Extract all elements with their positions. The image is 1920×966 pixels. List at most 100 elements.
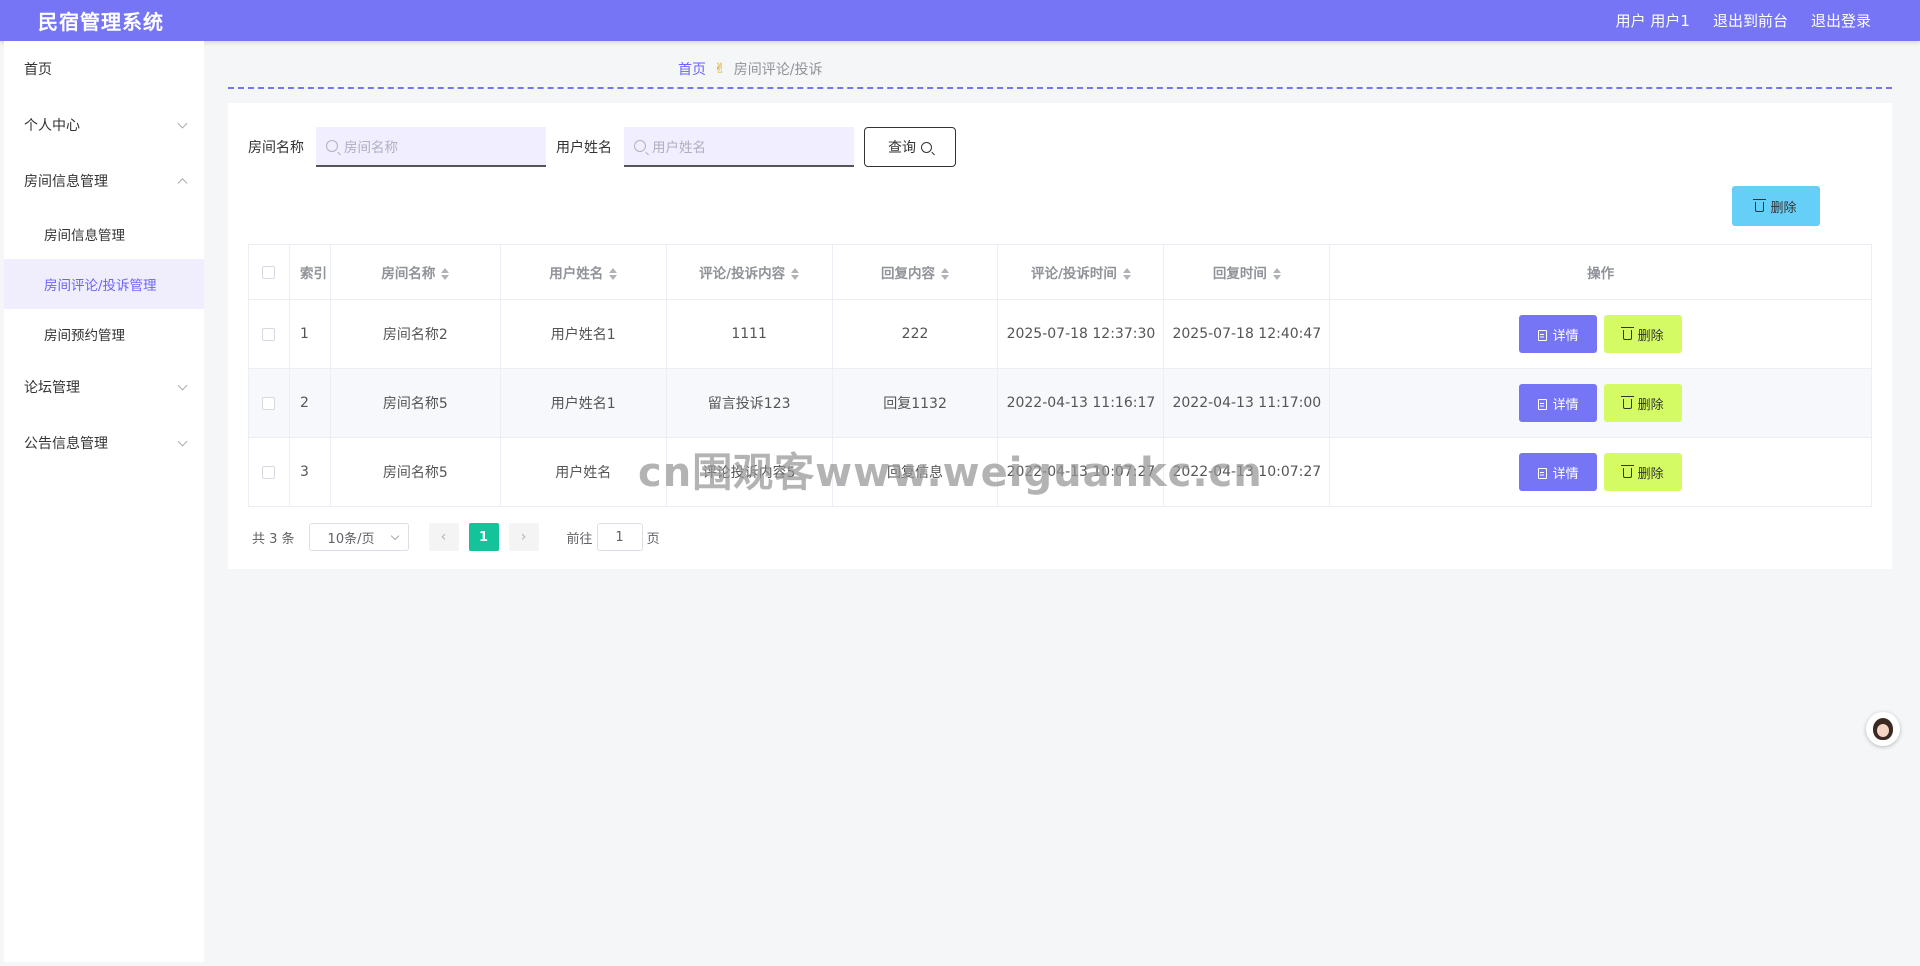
cell-reply-time: 2022-04-13 10:07:27 (1163, 437, 1331, 507)
chevron-down-icon (177, 436, 188, 447)
cell-content: 留言投诉123 (665, 368, 833, 438)
cell-room: 房间名称5 (329, 437, 501, 507)
next-page-button[interactable]: › (508, 523, 539, 551)
sidebar-subitem-room-comment[interactable]: 房间评论/投诉管理 (4, 259, 204, 309)
cell-comment-time: 2022-04-13 11:16:17 (997, 368, 1165, 438)
table-row: 2 房间名称5 用户姓名1 留言投诉123 回复1132 2022-04-13 … (248, 368, 1872, 438)
header-reply-time-label: 回复时间 (1212, 266, 1267, 282)
detail-button[interactable]: 详情 (1519, 384, 1598, 422)
header-actions: 操作 (1329, 244, 1872, 300)
sidebar-subitem-room-booking[interactable]: 房间预约管理 (4, 309, 204, 359)
chevron-down-icon (177, 380, 188, 391)
select-all-checkbox[interactable] (262, 265, 276, 279)
sidebar-subitem-room-info[interactable]: 房间信息管理 (4, 209, 204, 259)
row-select-cell (248, 299, 290, 369)
exit-to-front-link[interactable]: 退出到前台 (1713, 10, 1788, 31)
header-comment-time-label: 评论/投诉时间 (1030, 266, 1117, 282)
pagination-total: 共 3 条 (252, 531, 295, 547)
row-checkbox[interactable] (262, 327, 276, 341)
app-title: 民宿管理系统 (38, 10, 164, 34)
sidebar-item-home[interactable]: 首页 (4, 41, 204, 97)
header-comment-time[interactable]: 评论/投诉时间 (997, 244, 1165, 300)
detail-button-label: 详情 (1552, 397, 1579, 413)
sort-icon[interactable] (609, 268, 618, 280)
delete-button-label: 删除 (1637, 466, 1664, 482)
prev-page-button[interactable]: ‹ (428, 523, 459, 551)
main-content: 首页 ✌ 房间评论/投诉 房间名称 房间名称 用户姓名 用户姓名 查询 删除 索… (204, 41, 1920, 966)
cell-comment-time: 2022-04-13 10:07:27 (997, 437, 1165, 507)
sidebar-item-forum[interactable]: 论坛管理 (4, 359, 204, 415)
sidebar-item-room-info-group[interactable]: 房间信息管理 (4, 153, 204, 209)
breadcrumb-divider (228, 87, 1892, 89)
cell-actions: 详情 删除 (1329, 368, 1872, 438)
delete-button-label: 删除 (1637, 397, 1664, 413)
select-all-cell (248, 244, 290, 300)
sort-icon[interactable] (441, 268, 450, 280)
assistant-avatar[interactable] (1866, 712, 1900, 746)
page-unit-label: 页 (646, 531, 660, 547)
breadcrumb: 首页 ✌ 房间评论/投诉 (678, 59, 822, 79)
sort-icon[interactable] (791, 268, 800, 280)
cell-room: 房间名称5 (329, 368, 501, 438)
cell-index: 3 (288, 437, 331, 507)
delete-button[interactable]: 删除 (1604, 384, 1683, 422)
delete-button[interactable]: 删除 (1604, 315, 1683, 353)
detail-button-label: 详情 (1552, 328, 1579, 344)
detail-button[interactable]: 详情 (1519, 315, 1598, 353)
header-user[interactable]: 用户姓名 (499, 244, 667, 300)
sort-icon[interactable] (941, 268, 950, 280)
row-checkbox[interactable] (262, 465, 276, 479)
cell-comment-time: 2025-07-18 12:37:30 (997, 299, 1165, 369)
header-reply-label: 回复内容 (881, 266, 936, 282)
header-room[interactable]: 房间名称 (329, 244, 501, 300)
header-reply-time[interactable]: 回复时间 (1163, 244, 1331, 300)
cell-index: 1 (288, 299, 331, 369)
header-content[interactable]: 评论/投诉内容 (665, 244, 833, 300)
breadcrumb-home[interactable]: 首页 (678, 59, 706, 79)
content-card: 房间名称 房间名称 用户姓名 用户姓名 查询 删除 索引 房间名称 用户姓名 评… (228, 103, 1892, 569)
cell-reply: 回复1132 (831, 368, 999, 438)
table-header-row: 索引 房间名称 用户姓名 评论/投诉内容 回复内容 评论/投诉时间 回复时间 操… (248, 244, 1872, 300)
room-name-input[interactable]: 房间名称 (316, 127, 546, 167)
cell-reply: 222 (831, 299, 999, 369)
top-bar: 民宿管理系统 用户 用户1 退出到前台 退出登录 (0, 0, 1920, 41)
sidebar-item-notice[interactable]: 公告信息管理 (4, 415, 204, 471)
query-button[interactable]: 查询 (864, 127, 956, 167)
user-name-placeholder: 用户姓名 (652, 140, 706, 156)
search-icon (921, 141, 932, 153)
user-name-label: 用户姓名 (556, 140, 612, 156)
goto-page-input[interactable]: 1 (596, 523, 643, 551)
sidebar-item-label: 论坛管理 (24, 380, 80, 396)
header-user-label: 用户姓名 (549, 266, 604, 282)
page-number-button[interactable]: 1 (468, 523, 499, 551)
cell-actions: 详情 删除 (1329, 437, 1872, 507)
page-size-select[interactable]: 10条/页 (308, 523, 409, 551)
avatar-icon (1873, 718, 1893, 740)
logout-link[interactable]: 退出登录 (1811, 10, 1871, 31)
room-name-label: 房间名称 (248, 140, 304, 156)
user-name-input[interactable]: 用户姓名 (624, 127, 854, 167)
sort-icon[interactable] (1272, 268, 1281, 280)
sidebar-item-personal[interactable]: 个人中心 (4, 97, 204, 153)
trash-icon (1753, 199, 1767, 212)
detail-button[interactable]: 详情 (1519, 453, 1598, 491)
cell-content: 评论投诉内容5 (665, 437, 833, 507)
cell-reply: 回复信息 (831, 437, 999, 507)
row-checkbox[interactable] (262, 396, 276, 410)
search-form: 房间名称 房间名称 用户姓名 用户姓名 查询 (248, 127, 956, 167)
user-label[interactable]: 用户 用户1 (1616, 10, 1690, 31)
sort-icon[interactable] (1122, 268, 1131, 280)
trash-icon (1620, 327, 1634, 340)
cell-actions: 详情 删除 (1329, 299, 1872, 369)
delete-button-label: 删除 (1637, 328, 1664, 344)
delete-button[interactable]: 删除 (1604, 453, 1683, 491)
header-index: 索引 (288, 244, 331, 300)
header-reply[interactable]: 回复内容 (831, 244, 999, 300)
table-row: 1 房间名称2 用户姓名1 1111 222 2025-07-18 12:37:… (248, 299, 1872, 369)
bulk-delete-button[interactable]: 删除 (1732, 186, 1820, 226)
sidebar-item-label: 公告信息管理 (24, 436, 108, 452)
hand-icon: ✌ (714, 61, 726, 77)
cell-room: 房间名称2 (329, 299, 501, 369)
sidebar: 首页 个人中心 房间信息管理 房间信息管理 房间评论/投诉管理 房间预约管理 论… (4, 41, 204, 962)
document-icon (1537, 467, 1547, 479)
